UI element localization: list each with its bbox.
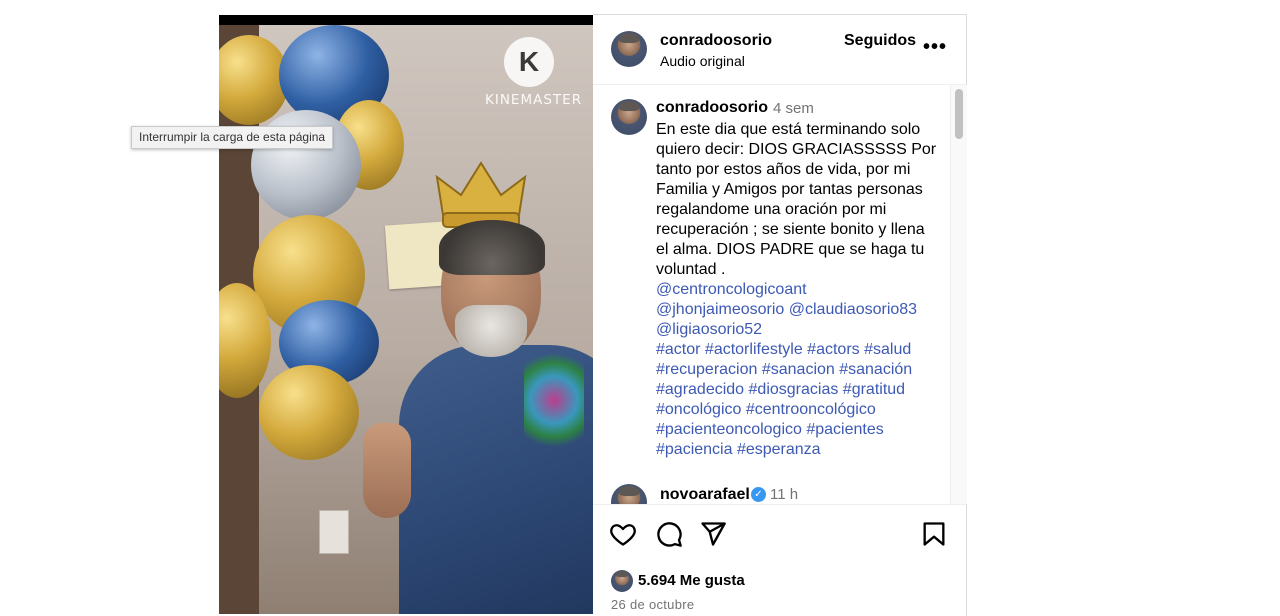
caption-line: quiero decir: DIOS GRACIASSSSS Por <box>656 141 937 158</box>
comment-time[interactable]: 11 h <box>770 486 798 503</box>
scrollbar-thumb[interactable] <box>955 89 963 139</box>
share-send-icon[interactable] <box>699 520 727 548</box>
caption-avatar[interactable] <box>611 99 647 135</box>
like-heart-icon[interactable] <box>609 520 637 548</box>
hashtag-link[interactable]: #pacienteoncologico #pacientes <box>656 420 941 440</box>
post-media-video[interactable]: K KINEMASTER <box>219 15 593 614</box>
mention-link[interactable]: @ligiaosorio52 <box>656 320 941 340</box>
post-header: conradoosorio Audio original Seguidos ••… <box>593 15 966 85</box>
hashtag-link[interactable]: #recuperacion #sanacion #sanación <box>656 360 941 380</box>
save-bookmark-icon[interactable] <box>920 520 948 548</box>
author-username[interactable]: conradoosorio <box>660 32 772 50</box>
caption-line: Familia y Amigos por tantas personas <box>656 181 923 198</box>
caption-line: voluntad . <box>656 261 726 278</box>
hashtag-link[interactable]: #oncológico #centrooncológico <box>656 400 941 420</box>
post-side-panel: conradoosorio Audio original Seguidos ••… <box>593 14 967 616</box>
kinemaster-logo-icon: K <box>504 37 554 87</box>
commenter-username[interactable]: novoarafael <box>660 486 750 504</box>
hashtag-link[interactable]: #actor #actorlifestyle #actors #salud <box>656 340 941 360</box>
caption-time[interactable]: 4 sem <box>773 100 814 117</box>
person-beard <box>455 305 527 357</box>
caption-line: tanto por estos años de vida, por mi <box>656 161 911 178</box>
caption-line: recuperación ; se siente bonito y llena <box>656 221 925 238</box>
light-switch <box>319 510 349 554</box>
mention-link[interactable]: @jhonjaimeosorio @claudiaosorio83 <box>656 300 941 320</box>
kinemaster-logo-letter: K <box>518 46 540 77</box>
browser-tooltip: Interrumpir la carga de esta página <box>131 126 334 149</box>
hashtag-link[interactable]: #paciencia #esperanza <box>656 440 941 460</box>
verified-badge-icon: ✓ <box>751 487 766 502</box>
mention-link[interactable]: @centroncologicoant <box>656 280 941 300</box>
audio-label[interactable]: Audio original <box>660 53 745 69</box>
person-hair <box>439 220 545 275</box>
comment-icon[interactable] <box>655 520 683 548</box>
kinemaster-watermark: KINEMASTER <box>485 92 583 108</box>
caption-line: regalandome una oración por mi <box>656 201 887 218</box>
peace-sign-hand <box>363 423 411 518</box>
caption-line: el alma. DIOS PADRE que se haga tu <box>656 241 925 258</box>
caption-text: En este dia que está terminando solo qui… <box>656 120 941 460</box>
author-avatar[interactable] <box>611 31 647 67</box>
following-button[interactable]: Seguidos <box>844 32 916 50</box>
video-top-bar <box>219 15 593 25</box>
caption-line: En este dia que está terminando solo <box>656 121 921 138</box>
more-options-icon[interactable]: ••• <box>923 37 946 57</box>
comments-list[interactable]: conradoosorio 4 sem En este dia que está… <box>593 85 948 505</box>
post-date[interactable]: 26 de octubre <box>611 597 694 612</box>
comments-scrollbar[interactable] <box>950 85 967 504</box>
balloon <box>259 365 359 460</box>
tinsel-decoration <box>524 340 584 460</box>
caption-username[interactable]: conradoosorio <box>656 99 768 117</box>
likes-count[interactable]: 5.694 Me gusta <box>638 572 745 589</box>
hashtag-link[interactable]: #agradecido #diosgracias #gratitud <box>656 380 941 400</box>
post-actions: 5.694 Me gusta 26 de octubre <box>593 504 966 616</box>
liker-avatar[interactable] <box>611 570 633 592</box>
commenter-avatar[interactable] <box>611 484 647 505</box>
